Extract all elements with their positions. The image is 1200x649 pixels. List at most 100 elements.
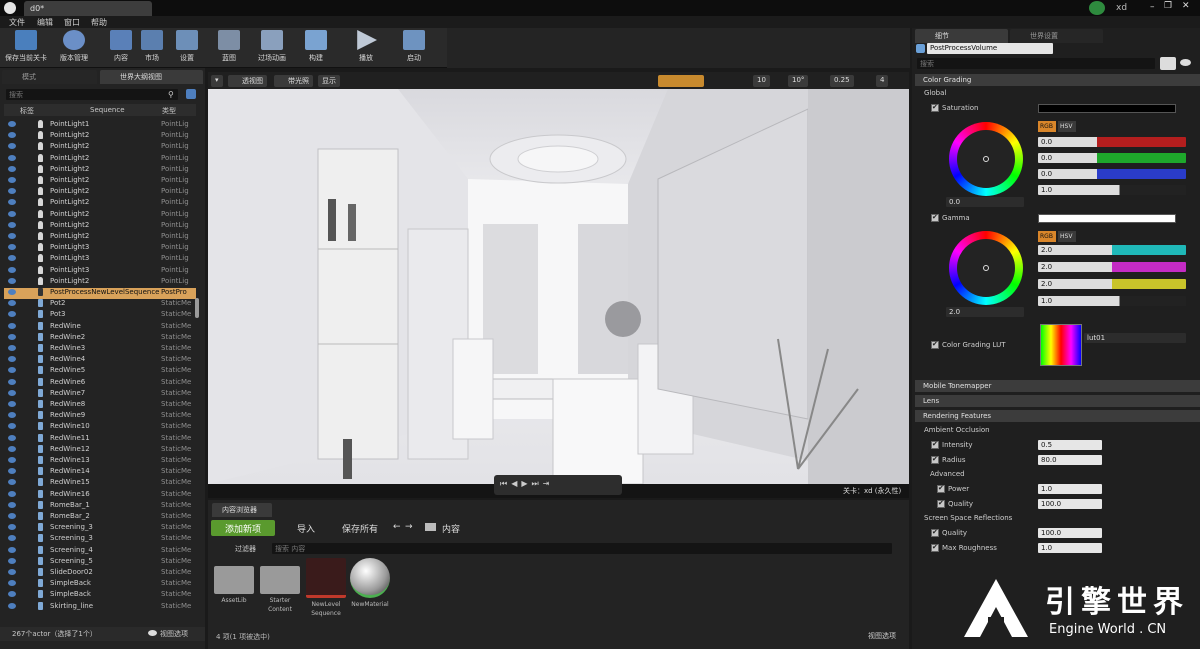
blueprint-button[interactable]: 蓝图 [207,30,251,66]
outliner-row[interactable]: PostProcessNewLevelSequence PostPro [4,288,196,299]
tab-details[interactable]: 细节 [915,29,1008,43]
maximize-button[interactable]: ❐ [1164,1,1172,11]
outliner-row[interactable]: RedWine2 StaticMe [4,332,196,344]
visibility-eye-icon[interactable] [8,378,16,385]
outliner-row[interactable]: RedWine11 StaticMe [4,433,196,445]
saturation-checkbox[interactable] [931,103,939,112]
outliner-row[interactable]: RedWine13 StaticMe [4,456,196,467]
visibility-eye-icon[interactable] [8,188,16,195]
asset-tile[interactable]: Starter Content [258,558,302,614]
visibility-eye-icon[interactable] [8,333,16,340]
visibility-eye-icon[interactable] [8,266,16,273]
outliner-row[interactable]: PointLight2 PointLig [4,153,196,165]
gamma-wheel-value[interactable]: 2.0 [946,307,1024,317]
lit-button[interactable]: 带光照 [274,75,313,87]
outliner-row[interactable]: PointLight2 PointLig [4,209,196,221]
visibility-eye-icon[interactable] [8,177,16,183]
global-group[interactable]: Global [924,89,946,97]
outliner-row[interactable]: PointLight2 PointLig [4,198,196,209]
visibility-eye-icon[interactable] [8,244,16,251]
outliner-row[interactable]: PointLight2 PointLig [4,142,196,153]
outliner-row[interactable]: RedWine8 StaticMe [4,400,196,411]
visibility-eye-icon[interactable] [8,468,16,475]
saturation-wheel-value[interactable]: 0.0 [946,197,1024,207]
section-lens[interactable]: Lens [915,395,1200,407]
visibility-eye-icon[interactable] [8,345,16,351]
section-rendering-features[interactable]: Rendering Features [915,410,1200,422]
outliner-row[interactable]: PointLight2 PointLig [4,131,196,142]
build-button[interactable]: 构建 [294,30,338,66]
outliner-row[interactable]: PointLight1 PointLig [4,120,196,131]
visibility-eye-icon[interactable] [8,233,16,239]
document-tab[interactable]: d0* [24,1,152,16]
visibility-eye-icon[interactable] [8,479,16,486]
outliner-scrollbar[interactable] [195,298,199,318]
hsv-mode-button[interactable]: HSV [1058,121,1076,132]
outliner-row[interactable]: RedWine StaticMe [4,321,196,333]
outliner-row[interactable]: RedWine3 StaticMe [4,344,196,355]
outliner-row[interactable]: RedWine14 StaticMe [4,467,196,478]
perspective-button[interactable]: 透视图 [228,75,267,87]
menu-help[interactable]: 帮助 [91,17,107,28]
visibility-eye-icon[interactable] [8,401,16,407]
visibility-eye-icon[interactable] [8,490,16,497]
visibility-eye-icon[interactable] [8,501,16,508]
outliner-row[interactable]: RedWine4 StaticMe [4,355,196,366]
visibility-eye-icon[interactable] [8,367,16,374]
outliner-row[interactable]: SimpleBack StaticMe [4,579,196,590]
outliner-row[interactable]: PointLight2 PointLig [4,164,196,176]
camera-speed-value[interactable]: 4 [876,75,889,87]
outliner-row[interactable]: PointLight3 PointLig [4,243,196,254]
outliner-row[interactable]: RedWine16 StaticMe [4,489,196,501]
outliner-row[interactable]: RomeBar_1 StaticMe [4,500,196,512]
filters-button[interactable]: 过滤器 [235,544,256,554]
minimize-button[interactable]: – [1150,2,1155,12]
outliner-row[interactable]: RedWine7 StaticMe [4,388,196,400]
lut-select[interactable]: lut01 [1084,333,1186,343]
visibility-eye-icon[interactable] [8,580,16,587]
visibility-eye-icon[interactable] [8,445,16,452]
ssr-quality-field[interactable]: 100.0 [1038,528,1102,538]
saturation-r-slider[interactable]: 0.0 [1038,137,1186,147]
menu-file[interactable]: 文件 [9,17,25,28]
tab-world-outliner[interactable]: 世界大纲视图 [100,70,203,84]
visibility-eye-icon[interactable] [8,434,16,441]
asset-tile[interactable]: NewMaterial [348,558,392,609]
grid-view-icon[interactable] [1160,57,1176,70]
gamma-swatch[interactable] [1038,214,1176,223]
gamma-g-slider[interactable]: 2.0 [1038,262,1186,272]
save-all-button[interactable]: 保存所有 [342,522,378,535]
menu-window[interactable]: 窗口 [64,17,80,28]
section-color-grading[interactable]: Color Grading [915,74,1200,86]
visibility-eye-icon[interactable] [8,154,16,161]
intensity-field[interactable]: 0.5 [1038,440,1102,450]
visibility-eye-icon[interactable] [8,289,16,295]
asset-tile[interactable]: AssetLib [212,558,256,605]
settings-button[interactable]: 设置 [165,30,209,66]
outliner-row[interactable]: RedWine9 StaticMe [4,411,196,422]
section-mobile-tonemapper[interactable]: Mobile Tonemapper [915,380,1200,392]
outliner-row[interactable]: PointLight2 PointLig [4,187,196,198]
outliner-row[interactable]: RedWine6 StaticMe [4,377,196,389]
visibility-eye-icon[interactable] [8,311,16,318]
show-button[interactable]: 显示 [318,75,340,87]
outliner-row[interactable]: RedWine12 StaticMe [4,444,196,456]
add-new-button[interactable]: 添加新项 [211,520,275,536]
content-view-options[interactable]: 视图选项 [868,631,896,641]
radius-field[interactable]: 80.0 [1038,455,1102,465]
outliner-row[interactable]: PointLight3 PointLig [4,265,196,277]
outliner-row[interactable]: Skirting_line StaticMe [4,601,196,613]
source-control-button[interactable]: 版本管理 [52,30,96,66]
visibility-eye-icon[interactable] [8,591,16,598]
visibility-eye-icon[interactable] [8,389,16,396]
max-roughness-field[interactable]: 1.0 [1038,543,1102,553]
visibility-eye-icon[interactable] [8,602,16,609]
visibility-eye-icon[interactable] [8,255,16,262]
outliner-row[interactable]: PointLight2 PointLig [4,232,196,243]
outliner-row[interactable]: RedWine15 StaticMe [4,478,196,489]
lut-thumbnail[interactable] [1040,324,1082,366]
power-field[interactable]: 1.0 [1038,484,1102,494]
saturation-color-wheel[interactable] [949,122,1023,196]
rgb-mode-button[interactable]: RGB [1038,121,1056,132]
saturation-swatch[interactable] [1038,104,1176,113]
